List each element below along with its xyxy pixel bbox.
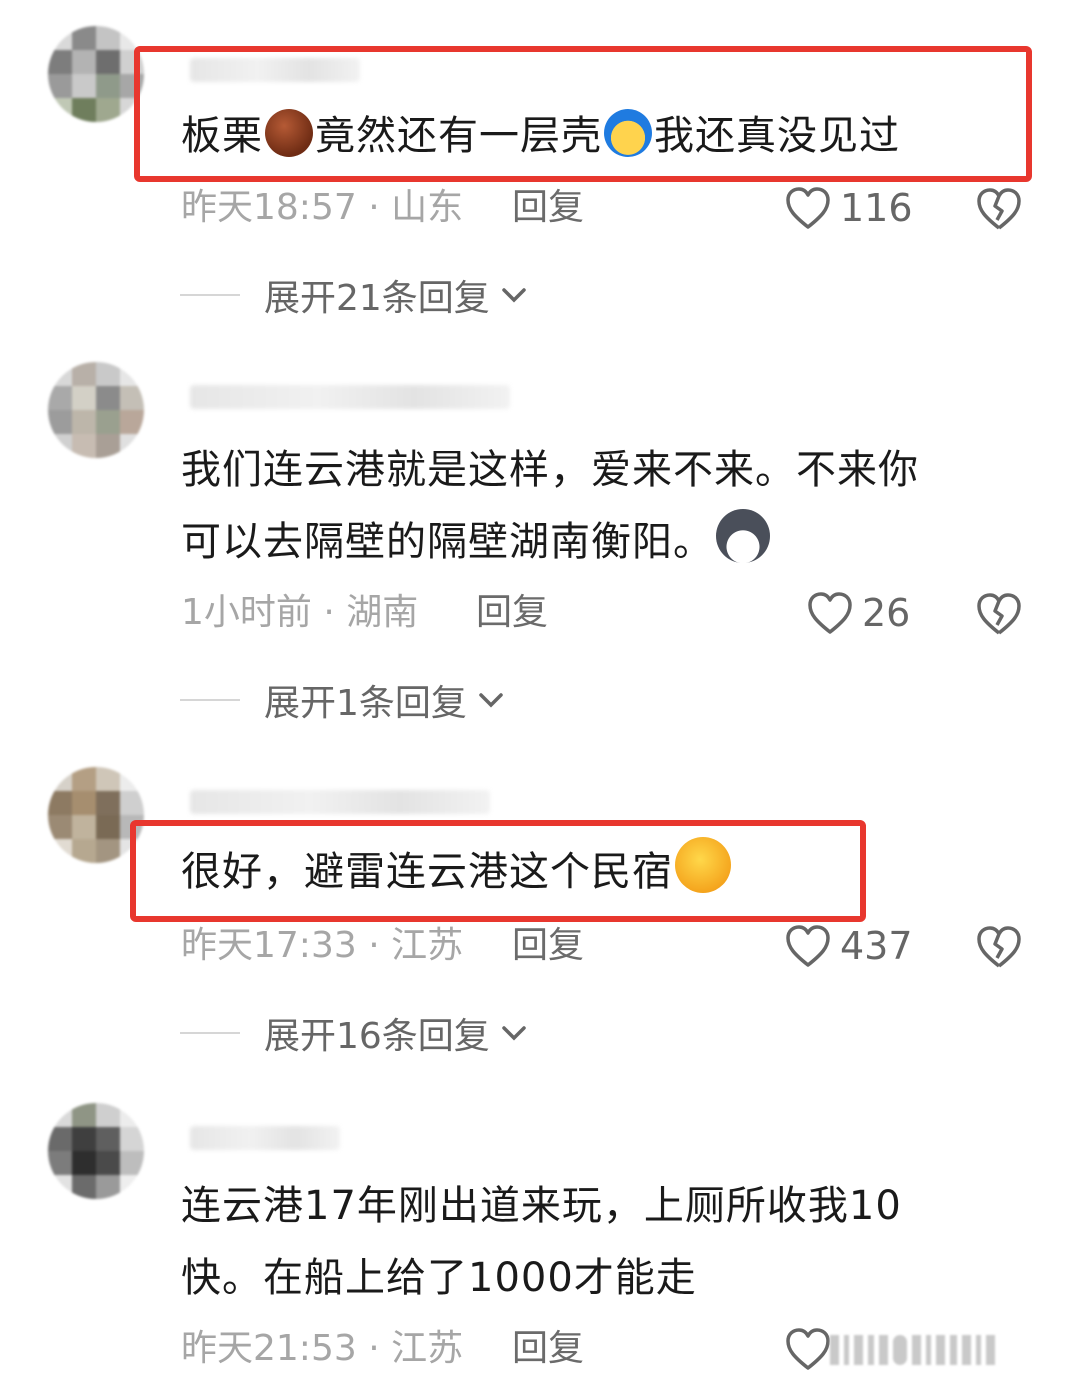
like-button[interactable] (784, 1324, 832, 1374)
divider-line (180, 1032, 240, 1034)
like-button[interactable]: 437 (784, 921, 913, 971)
chevron-down-icon (479, 693, 503, 708)
reply-button[interactable]: 回复 (512, 921, 584, 971)
comment-text: 连云港17年刚出道来玩，上厕所收我10 快。在船上给了1000才能走 (181, 1170, 1021, 1314)
like-button[interactable]: 116 (784, 183, 913, 233)
expand-replies-label: 展开16条回复 (264, 1016, 490, 1057)
expand-replies-label: 展开21条回复 (264, 278, 490, 319)
comment-text-line: 可以去隔壁的隔壁湖南衡阳。 (181, 506, 1021, 578)
comment-meta: 昨天17:33 · 江苏 (181, 925, 464, 966)
highlight-box (130, 820, 866, 922)
comment-text: 我们连云港就是这样，爱来不来。不来你 可以去隔壁的隔壁湖南衡阳。 (181, 434, 1021, 578)
broken-heart-icon[interactable] (975, 591, 1023, 637)
avatar[interactable] (48, 362, 144, 458)
comment-text-line: 我们连云港就是这样，爱来不来。不来你 (181, 447, 919, 493)
comment-meta: 昨天18:57 · 山东 (181, 187, 464, 228)
highlight-box (134, 46, 1032, 182)
comment-meta: 昨天21:53 · 江苏 (181, 1328, 464, 1369)
watermark-overlay (830, 1330, 1060, 1370)
chevron-down-icon (502, 1026, 526, 1041)
reply-button[interactable]: 回复 (512, 183, 584, 233)
like-count: 26 (862, 591, 911, 635)
expand-replies[interactable]: 展开1条回复 (180, 675, 507, 725)
avatar[interactable] (48, 26, 144, 122)
heart-outline-icon (786, 1328, 830, 1370)
comment-text-line: 快。在船上给了1000才能走 (181, 1255, 697, 1301)
broken-heart-icon[interactable] (975, 186, 1023, 232)
like-count: 437 (840, 924, 913, 968)
heart-outline-icon (808, 592, 852, 634)
avatar[interactable] (48, 1103, 144, 1199)
comment-text-line: 连云港17年刚出道来玩，上厕所收我10 (181, 1183, 902, 1229)
heart-outline-icon (786, 187, 830, 229)
reply-button[interactable]: 回复 (512, 1324, 584, 1374)
divider-line (180, 699, 240, 701)
comment-meta: 1小时前 · 湖南 (181, 592, 419, 633)
expand-replies-label: 展开1条回复 (264, 683, 467, 724)
reply-button[interactable]: 回复 (476, 588, 548, 638)
divider-line (180, 294, 240, 296)
expand-replies[interactable]: 展开16条回复 (180, 1008, 530, 1058)
chevron-down-icon (502, 288, 526, 303)
like-count: 116 (840, 186, 913, 230)
like-button[interactable]: 26 (806, 588, 910, 638)
heart-outline-icon (786, 925, 830, 967)
username-blurred[interactable] (190, 385, 510, 409)
username-blurred[interactable] (190, 790, 490, 814)
username-blurred[interactable] (190, 1126, 340, 1150)
husky-dog-emoji-icon (716, 509, 770, 563)
expand-replies[interactable]: 展开21条回复 (180, 270, 530, 320)
broken-heart-icon[interactable] (975, 924, 1023, 970)
